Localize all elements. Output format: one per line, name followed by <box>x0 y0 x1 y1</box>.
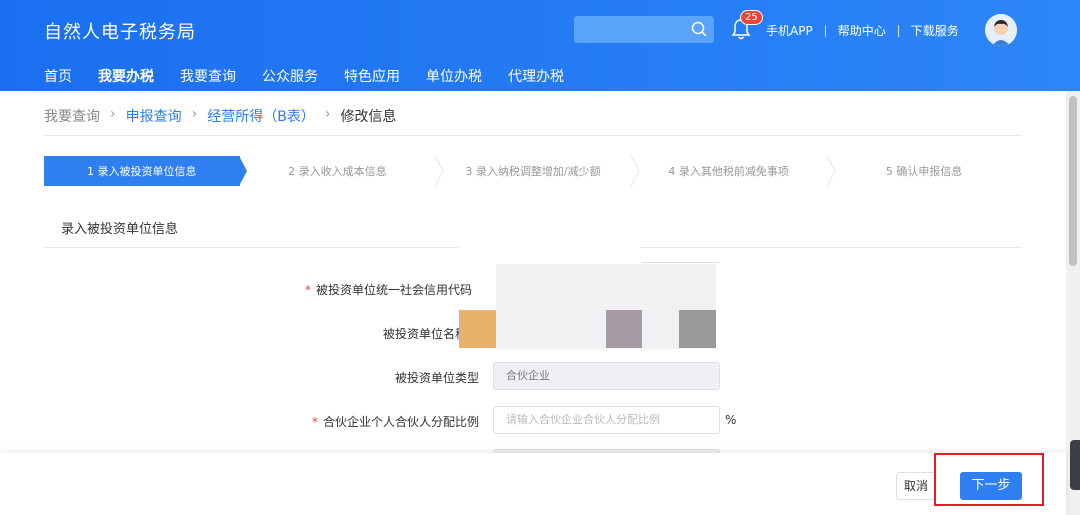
field-label-unit-name: 被投资单位名称 <box>382 327 467 341</box>
nav-item-public-service[interactable]: 公众服务 <box>262 66 318 86</box>
search-input[interactable] <box>574 16 714 43</box>
field-label-unit-type: 被投资单位类型 <box>394 371 479 385</box>
cancel-button[interactable]: 取消 <box>896 472 936 500</box>
divider <box>824 24 826 37</box>
required-mark: * <box>304 283 311 297</box>
color-block-gray <box>679 310 716 348</box>
section-title: 录入被投资单位信息 <box>61 222 179 237</box>
chevron-right-icon: › <box>324 106 331 122</box>
required-mark: * <box>311 415 318 429</box>
step-2[interactable]: 2 录入收入成本信息 <box>240 156 436 186</box>
step-3[interactable]: 3 录入纳税调整增加/减少额 <box>435 156 631 186</box>
top-header: 自然人电子税务局 25 手机APP 帮助中心 下载服务 首页 我要办税 我要查询… <box>0 0 1080 91</box>
partner-ratio-input[interactable]: 请输入合伙企业合伙人分配比例 <box>493 406 720 434</box>
notification-badge: 25 <box>740 10 763 25</box>
user-avatar[interactable] <box>985 14 1017 46</box>
nav-item-agent-tax[interactable]: 代理办税 <box>508 66 564 86</box>
search-icon[interactable] <box>690 20 708 38</box>
main-nav: 首页 我要办税 我要查询 公众服务 特色应用 单位办税 代理办税 <box>44 66 590 86</box>
mobile-app-link[interactable]: 手机APP <box>766 22 813 39</box>
highlight-box <box>934 453 1044 506</box>
chevron-right-icon: › <box>191 106 198 122</box>
breadcrumb-item-declaration-query[interactable]: 申报查询 <box>126 106 182 126</box>
download-service-link[interactable]: 下载服务 <box>911 22 959 39</box>
step-1[interactable]: 1 录入被投资单位信息 <box>44 156 240 186</box>
nav-item-query[interactable]: 我要查询 <box>180 66 236 86</box>
breadcrumb-item-business-income[interactable]: 经营所得（B表） <box>207 106 315 126</box>
breadcrumb-item-query[interactable]: 我要查询 <box>44 106 100 126</box>
app-title: 自然人电子税务局 <box>44 22 196 43</box>
top-links: 手机APP 帮助中心 下载服务 <box>766 22 959 39</box>
chevron-right-icon: › <box>110 106 116 122</box>
help-center-link[interactable]: 帮助中心 <box>838 22 886 39</box>
scrollbar-thumb[interactable] <box>1069 96 1077 266</box>
field-label-partner-ratio: * 合伙企业个人合伙人分配比例 <box>311 415 479 429</box>
step-5[interactable]: 5 确认申报信息 <box>826 156 1022 186</box>
main-content: 我要查询 › 申报查询 › 经营所得（B表） › 修改信息 1 录入被投资单位信… <box>0 91 1066 515</box>
nav-item-special-apps[interactable]: 特色应用 <box>344 66 400 86</box>
side-handle[interactable] <box>1070 440 1080 490</box>
nav-item-unit-tax[interactable]: 单位办税 <box>426 66 482 86</box>
nav-item-tax-handling[interactable]: 我要办税 <box>98 66 154 86</box>
percent-unit: % <box>725 413 737 427</box>
divider <box>44 135 1022 136</box>
divider <box>897 24 899 37</box>
field-label-credit-code: * 被投资单位统一社会信用代码 <box>304 283 472 297</box>
breadcrumb-item-current: 修改信息 <box>340 109 397 125</box>
breadcrumb: 我要查询 › 申报查询 › 经营所得（B表） › 修改信息 <box>44 106 396 126</box>
unit-type-field: 合伙企业 <box>493 362 720 390</box>
step-progress: 1 录入被投资单位信息 2 录入收入成本信息 3 录入纳税调整增加/减少额 4 … <box>44 156 1022 186</box>
overlay-line <box>642 262 719 263</box>
color-block-mauve <box>606 310 642 348</box>
nav-item-home[interactable]: 首页 <box>44 66 72 86</box>
action-footer: 取消 下一步 <box>0 453 1066 515</box>
step-4[interactable]: 4 录入其他税前减免事项 <box>631 156 827 186</box>
color-block-orange <box>459 310 496 348</box>
avatar-icon <box>985 14 1017 46</box>
